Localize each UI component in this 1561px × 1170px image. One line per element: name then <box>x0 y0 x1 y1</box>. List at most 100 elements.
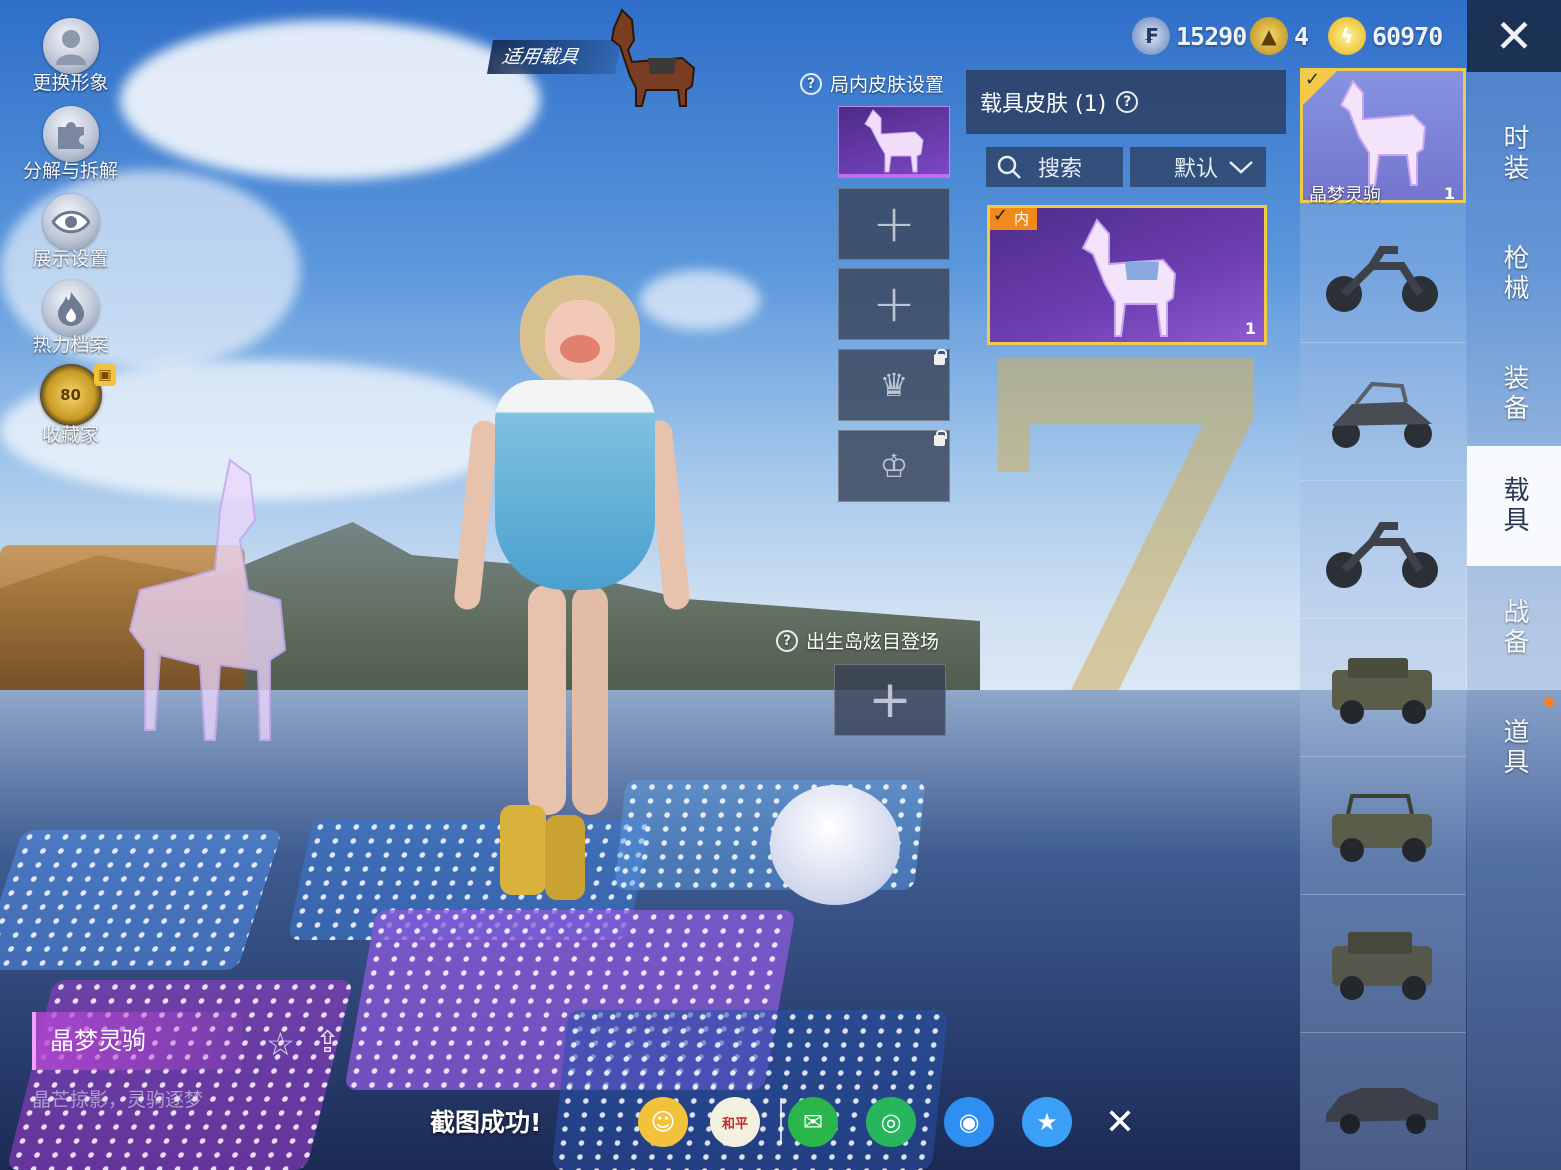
collector-button[interactable]: 80 ▣ 收藏家 <box>18 364 123 447</box>
cloud <box>640 270 760 330</box>
motorcycle-icon <box>1326 522 1438 588</box>
vehicle-item-motorcycle[interactable] <box>1300 208 1466 343</box>
vehicle-item-motorcycle-2[interactable] <box>1300 484 1466 619</box>
screenshot-success-label: 截图成功! <box>430 1108 542 1137</box>
profile-share-icon[interactable]: ☺ <box>638 1097 688 1147</box>
collector-label: 收藏家 <box>41 424 99 446</box>
crystal-horse-model <box>128 458 287 741</box>
vehicle-item-uaz[interactable] <box>1300 622 1466 757</box>
energy-currency[interactable]: ϟ 60970 <box>1328 14 1443 58</box>
check-icon: ✓ <box>993 205 1009 226</box>
search-button[interactable]: 搜索 <box>986 147 1123 187</box>
silver-currency[interactable]: ₣ 15290 <box>1132 14 1247 58</box>
change-avatar-label: 更换形象 <box>32 72 109 94</box>
character-leg <box>528 585 566 815</box>
skin-slot-2[interactable]: + <box>838 188 950 260</box>
category-nav: 时装 枪械 装备 载具 战备 道具 <box>1467 72 1561 1170</box>
horse-thumbnail-icon[interactable] <box>602 6 702 108</box>
sort-dropdown[interactable]: 默认 <box>1130 147 1266 187</box>
help-icon[interactable]: ? <box>776 629 798 652</box>
qq-icon[interactable]: ◉ <box>944 1097 994 1147</box>
help-icon[interactable]: ? <box>1116 91 1139 113</box>
skin-slot-1[interactable] <box>838 106 950 178</box>
close-icon[interactable]: ✕ <box>1467 0 1561 72</box>
notification-dot <box>1544 697 1554 707</box>
lightning-coin-icon: ϟ <box>1328 17 1366 55</box>
tab-fashion[interactable]: 时装 <box>1467 94 1561 214</box>
vehicle-item-crystal-horse[interactable]: ✓ 晶梦灵驹 1 <box>1300 68 1466 206</box>
collector-badge-icon: 80 <box>39 364 102 426</box>
in-game-skin-settings[interactable]: ? 局内皮肤设置 <box>800 70 944 97</box>
tab-vehicles[interactable]: 载具 <box>1467 446 1561 566</box>
skin-slot-3[interactable]: + <box>838 268 950 340</box>
search-icon <box>997 155 1021 179</box>
change-avatar-button[interactable]: 更换形象 <box>18 18 123 95</box>
wechat-icon[interactable]: ✉ <box>788 1097 838 1147</box>
moments-icon[interactable]: ◎ <box>866 1097 916 1147</box>
share-icon[interactable]: ⇪ <box>315 1025 340 1060</box>
vehicle-list: ✓ 晶梦灵驹 1 <box>1300 68 1466 1170</box>
share-divider <box>780 1098 782 1144</box>
jeep-icon <box>1332 794 1432 862</box>
applicable-vehicle-label: 适用载具 <box>500 46 580 68</box>
silver-coin-icon: ₣ <box>1132 17 1170 55</box>
game-for-peace-icon[interactable]: 和平 <box>710 1097 760 1147</box>
character-leg <box>572 585 608 815</box>
vehicle-item-uaz-open[interactable] <box>1300 760 1466 895</box>
collector-level: 80 <box>60 386 81 404</box>
plus-icon: + <box>872 274 916 334</box>
vehicle-item-sedan[interactable] <box>1300 1036 1466 1170</box>
crown-icon: ♔ <box>879 447 909 485</box>
buggy-icon <box>1332 381 1432 448</box>
jeep-icon <box>1332 932 1432 1000</box>
avatar-icon <box>42 18 99 74</box>
tab-weapons[interactable]: 枪械 <box>1467 214 1561 334</box>
lock-icon <box>934 430 947 446</box>
skin-card-crystal-horse[interactable]: 内 ✓ 1 <box>987 205 1267 345</box>
character-dress <box>495 380 655 590</box>
puzzle-icon <box>42 106 99 162</box>
qzone-icon[interactable]: ★ <box>1022 1097 1072 1147</box>
check-icon: ✓ <box>1305 69 1321 90</box>
item-name-box: 晶梦灵驹 <box>32 1012 242 1070</box>
skin-slot-locked-trophy[interactable]: ♛ <box>838 349 950 421</box>
vehicle-item-uaz-soft[interactable] <box>1300 898 1466 1033</box>
help-icon[interactable]: ? <box>800 72 822 95</box>
vehicle-skin-header: 载具皮肤 (1) ? <box>966 70 1286 134</box>
tab-battle-gear[interactable]: 战备 <box>1467 568 1561 688</box>
heat-archive-label: 热力档案 <box>32 334 109 356</box>
chevron-down-icon <box>1229 161 1253 174</box>
sedan-icon <box>1326 1088 1438 1134</box>
floor-tile <box>6 980 354 1170</box>
gold-boot <box>545 815 585 900</box>
gift-icon: ▣ <box>94 364 116 386</box>
crystal-horse-icon <box>1339 79 1427 186</box>
display-settings-label: 展示设置 <box>32 248 109 270</box>
in-game-skin-settings-label: 局内皮肤设置 <box>830 74 945 96</box>
spawn-entrance-slot[interactable]: + <box>834 664 946 736</box>
decompose-button[interactable]: 分解与拆解 <box>18 106 123 183</box>
energy-coin-value: 60970 <box>1372 21 1443 51</box>
applicable-vehicle-tag: 适用载具 <box>487 40 622 74</box>
plus-icon: + <box>868 670 912 730</box>
motorcycle-icon <box>1326 246 1438 312</box>
gold-token-currency[interactable]: ▲ 4 <box>1250 14 1309 58</box>
spawn-island-entrance-label: 出生岛炫目登场 <box>806 631 940 653</box>
close-share-icon[interactable]: ✕ <box>1095 1097 1145 1147</box>
in-game-badge-label: 内 <box>1014 210 1030 228</box>
vehicle-item-buggy[interactable] <box>1300 346 1466 481</box>
tab-equipment[interactable]: 装备 <box>1467 334 1561 454</box>
lock-icon <box>934 349 947 365</box>
item-name: 晶梦灵驹 <box>50 1027 146 1055</box>
floor-tile <box>0 830 283 970</box>
display-settings-button[interactable]: 展示设置 <box>18 194 123 271</box>
pet-bird <box>770 785 900 905</box>
skin-slot-locked-crown[interactable]: ♔ <box>838 430 950 502</box>
favorite-star-icon[interactable]: ☆ <box>266 1025 295 1063</box>
jeep-icon <box>1332 658 1432 724</box>
spawn-island-entrance[interactable]: ? 出生岛炫目登场 <box>776 627 939 654</box>
gold-token-value: 4 <box>1294 21 1309 51</box>
gold-boot <box>500 805 546 895</box>
skin-card-count: 1 <box>1244 319 1256 338</box>
heat-archive-button[interactable]: 热力档案 <box>18 280 123 357</box>
